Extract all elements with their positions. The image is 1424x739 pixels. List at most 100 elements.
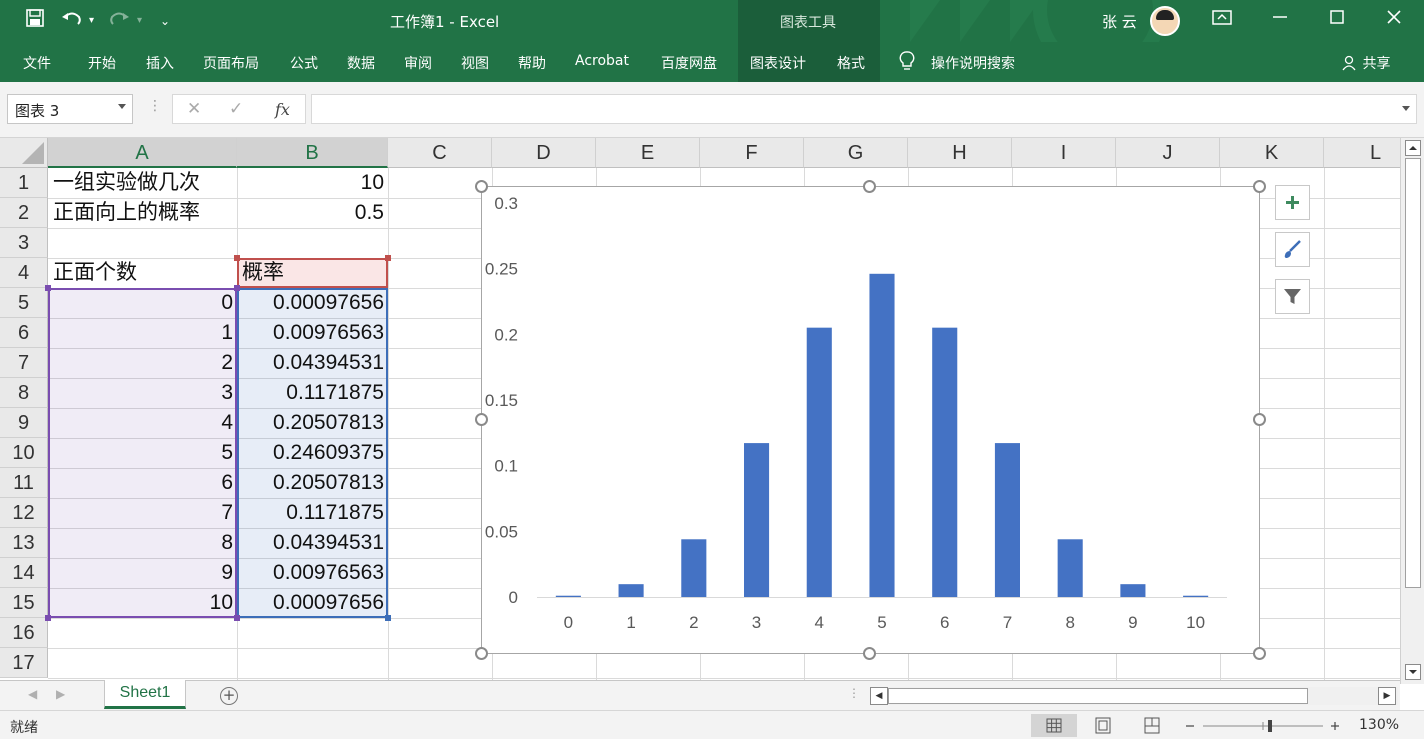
tab-data[interactable]: 数据 bbox=[347, 53, 375, 73]
sheet-tab-sheet1[interactable]: Sheet1 bbox=[104, 680, 186, 709]
vertical-scroll-thumb[interactable] bbox=[1405, 158, 1421, 588]
share-button[interactable]: 共享 bbox=[1342, 53, 1390, 73]
cell-a13[interactable]: 8 bbox=[48, 528, 237, 558]
tell-me-search[interactable]: 操作说明搜索 bbox=[931, 53, 1015, 73]
tab-format[interactable]: 格式 bbox=[837, 53, 865, 73]
chart-filters-button[interactable] bbox=[1275, 279, 1310, 314]
customize-toolbar-icon[interactable]: ⌄ bbox=[160, 14, 170, 28]
scroll-right-button[interactable]: ▶ bbox=[1378, 687, 1396, 705]
scroll-left-button[interactable]: ◀ bbox=[870, 687, 888, 705]
resize-handle[interactable] bbox=[475, 647, 488, 660]
col-header-d[interactable]: D bbox=[492, 138, 596, 168]
chart-styles-button[interactable] bbox=[1275, 232, 1310, 267]
cell-b2[interactable]: 0.5 bbox=[237, 198, 388, 228]
col-header-j[interactable]: J bbox=[1116, 138, 1220, 168]
drag-handle-icon[interactable]: ⋮ bbox=[148, 98, 162, 114]
bar[interactable] bbox=[1183, 595, 1209, 597]
cell-a10[interactable]: 5 bbox=[48, 438, 237, 468]
cell-a11[interactable]: 6 bbox=[48, 468, 237, 498]
ribbon-display-icon[interactable] bbox=[1212, 8, 1232, 31]
bar[interactable] bbox=[744, 443, 770, 597]
cell-b5[interactable]: 0.00097656 bbox=[237, 288, 388, 318]
cell-b9[interactable]: 0.20507813 bbox=[237, 408, 388, 438]
row-header-5[interactable]: 5 bbox=[0, 288, 48, 318]
split-handle-icon[interactable]: ⋮ bbox=[848, 686, 860, 700]
cell-a6[interactable]: 1 bbox=[48, 318, 237, 348]
row-header-15[interactable]: 15 bbox=[0, 588, 48, 618]
scroll-up-button[interactable] bbox=[1405, 140, 1421, 156]
cell-b13[interactable]: 0.04394531 bbox=[237, 528, 388, 558]
select-all-button[interactable] bbox=[0, 138, 48, 168]
chart-area[interactable]: 0 0.05 0.1 0.15 0.2 0.25 0.3 0 1 2 3 4 5 6 7 8 9 10 bbox=[481, 186, 1260, 654]
bar[interactable] bbox=[1057, 539, 1083, 597]
cell-b15[interactable]: 0.00097656 bbox=[237, 588, 388, 618]
save-icon[interactable] bbox=[26, 9, 44, 32]
cell-b4[interactable]: 概率 bbox=[237, 258, 388, 288]
bar[interactable] bbox=[618, 584, 644, 597]
insert-function-icon[interactable]: fx bbox=[275, 100, 290, 119]
vertical-scrollbar[interactable] bbox=[1400, 138, 1424, 684]
cell-b12[interactable]: 0.1171875 bbox=[237, 498, 388, 528]
bar[interactable] bbox=[1120, 584, 1146, 597]
tab-file[interactable]: 文件 bbox=[23, 53, 51, 73]
row-header-6[interactable]: 6 bbox=[0, 318, 48, 348]
cell-b14[interactable]: 0.00976563 bbox=[237, 558, 388, 588]
row-header-11[interactable]: 11 bbox=[0, 468, 48, 498]
resize-handle[interactable] bbox=[475, 413, 488, 426]
resize-handle[interactable] bbox=[1253, 180, 1266, 193]
resize-handle[interactable] bbox=[1253, 413, 1266, 426]
zoom-slider[interactable] bbox=[1183, 716, 1343, 736]
row-header-4[interactable]: 4 bbox=[0, 258, 48, 288]
formula-input[interactable] bbox=[311, 94, 1417, 124]
col-header-a[interactable]: A bbox=[48, 138, 237, 168]
resize-handle[interactable] bbox=[863, 180, 876, 193]
horizontal-scroll-thumb[interactable] bbox=[888, 688, 1308, 704]
zoom-level[interactable]: 130% bbox=[1359, 717, 1399, 733]
col-header-g[interactable]: G bbox=[804, 138, 908, 168]
add-sheet-icon[interactable]: + bbox=[220, 687, 238, 705]
cell-b11[interactable]: 0.20507813 bbox=[237, 468, 388, 498]
bar[interactable] bbox=[806, 327, 832, 597]
row-header-1[interactable]: 1 bbox=[0, 168, 48, 198]
col-header-c[interactable]: C bbox=[388, 138, 492, 168]
col-header-k[interactable]: K bbox=[1220, 138, 1324, 168]
horizontal-scrollbar[interactable]: ◀ ▶ bbox=[870, 687, 1398, 705]
tab-baidu-netdisk[interactable]: 百度网盘 bbox=[661, 53, 717, 73]
tab-formulas[interactable]: 公式 bbox=[290, 53, 318, 73]
cell-b7[interactable]: 0.04394531 bbox=[237, 348, 388, 378]
expand-formula-icon[interactable] bbox=[1402, 106, 1410, 111]
tab-acrobat[interactable]: Acrobat bbox=[575, 53, 629, 69]
bar[interactable] bbox=[932, 327, 958, 597]
row-header-12[interactable]: 12 bbox=[0, 498, 48, 528]
undo-dropdown-icon[interactable]: ▾ bbox=[89, 15, 94, 26]
row-header-8[interactable]: 8 bbox=[0, 378, 48, 408]
tab-review[interactable]: 审阅 bbox=[404, 53, 432, 73]
row-header-16[interactable]: 16 bbox=[0, 618, 48, 648]
cell-a12[interactable]: 7 bbox=[48, 498, 237, 528]
tab-view[interactable]: 视图 bbox=[461, 53, 489, 73]
tab-help[interactable]: 帮助 bbox=[518, 53, 546, 73]
scroll-down-button[interactable] bbox=[1405, 664, 1421, 680]
row-header-7[interactable]: 7 bbox=[0, 348, 48, 378]
cell-b10[interactable]: 0.24609375 bbox=[237, 438, 388, 468]
row-header-14[interactable]: 14 bbox=[0, 558, 48, 588]
avatar[interactable] bbox=[1150, 6, 1180, 36]
cell-b6[interactable]: 0.00976563 bbox=[237, 318, 388, 348]
resize-handle[interactable] bbox=[863, 647, 876, 660]
minimize-icon[interactable] bbox=[1272, 8, 1288, 31]
resize-handle[interactable] bbox=[1253, 647, 1266, 660]
cell-a7[interactable]: 2 bbox=[48, 348, 237, 378]
col-header-e[interactable]: E bbox=[596, 138, 700, 168]
chart-elements-button[interactable] bbox=[1275, 185, 1310, 220]
cell-a4[interactable]: 正面个数 bbox=[48, 258, 237, 288]
name-box[interactable]: 图表 3 bbox=[7, 94, 133, 124]
normal-view-button[interactable] bbox=[1031, 714, 1077, 737]
cell-a15[interactable]: 10 bbox=[48, 588, 237, 618]
cell-b8[interactable]: 0.1171875 bbox=[237, 378, 388, 408]
cell-a5[interactable]: 0 bbox=[48, 288, 237, 318]
col-header-i[interactable]: I bbox=[1012, 138, 1116, 168]
row-header-17[interactable]: 17 bbox=[0, 648, 48, 678]
maximize-icon[interactable] bbox=[1329, 8, 1345, 31]
tab-chart-design[interactable]: 图表设计 bbox=[750, 53, 806, 73]
close-icon[interactable] bbox=[1386, 8, 1402, 31]
